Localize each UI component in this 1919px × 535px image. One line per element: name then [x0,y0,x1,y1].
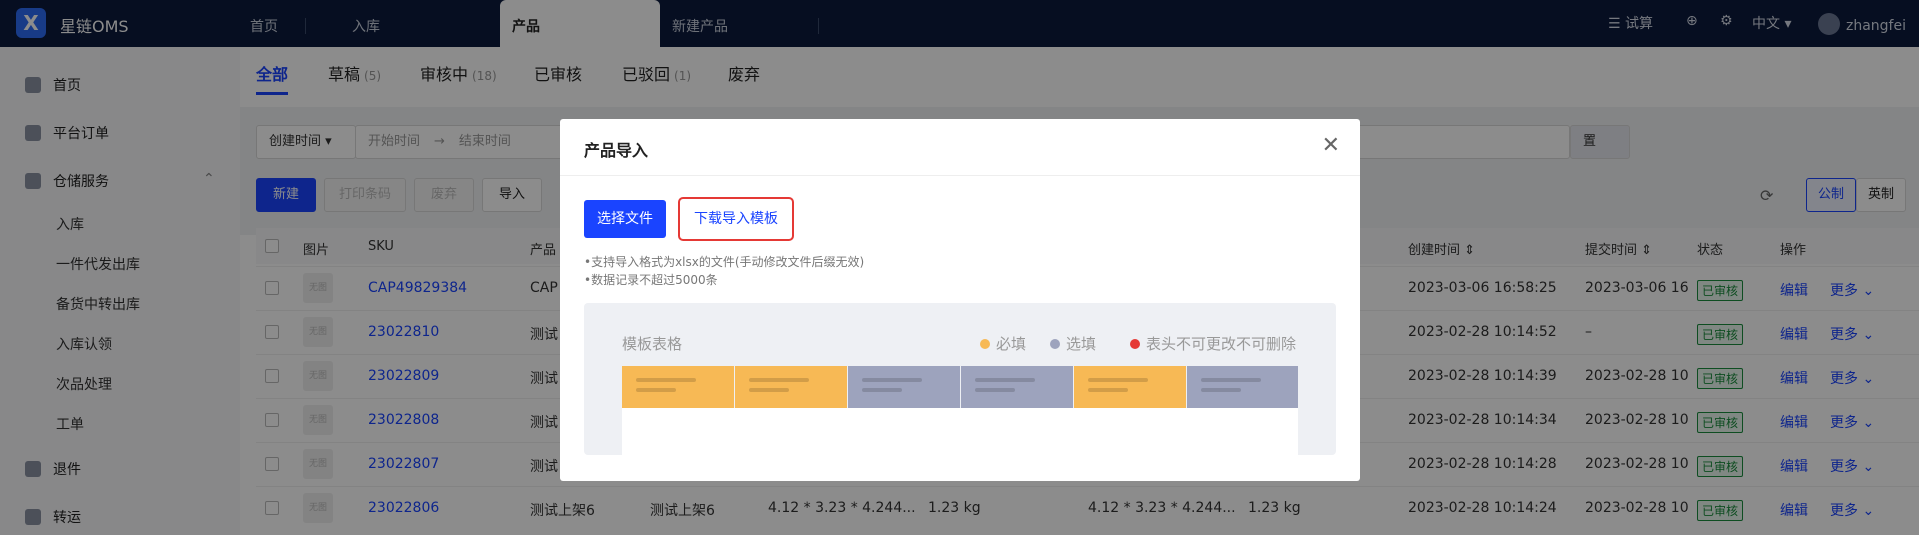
download-template-button[interactable]: 下载导入模板 [678,197,794,241]
limit-note: •数据记录不超过5000条 [584,273,718,287]
format-note: •支持导入格式为xlsx的文件(手动修改文件后缀无效) [584,255,865,269]
legend-required: 必填 [980,333,1026,354]
legend-fixed: 表头不可更改不可删除 [1130,333,1296,354]
import-dialog: 产品导入 ✕ 选择文件 下载导入模板 •支持导入格式为xlsx的文件(手动修改文… [560,119,1360,481]
close-icon[interactable]: ✕ [1322,133,1340,158]
dialog-title: 产品导入 [584,141,649,160]
preview-title: 模板表格 [622,335,683,353]
legend-optional: 选填 [1050,333,1096,354]
template-preview: 模板表格 必填 选填 表头不可更改不可删除 [584,303,1336,455]
select-file-button[interactable]: 选择文件 [584,200,666,238]
